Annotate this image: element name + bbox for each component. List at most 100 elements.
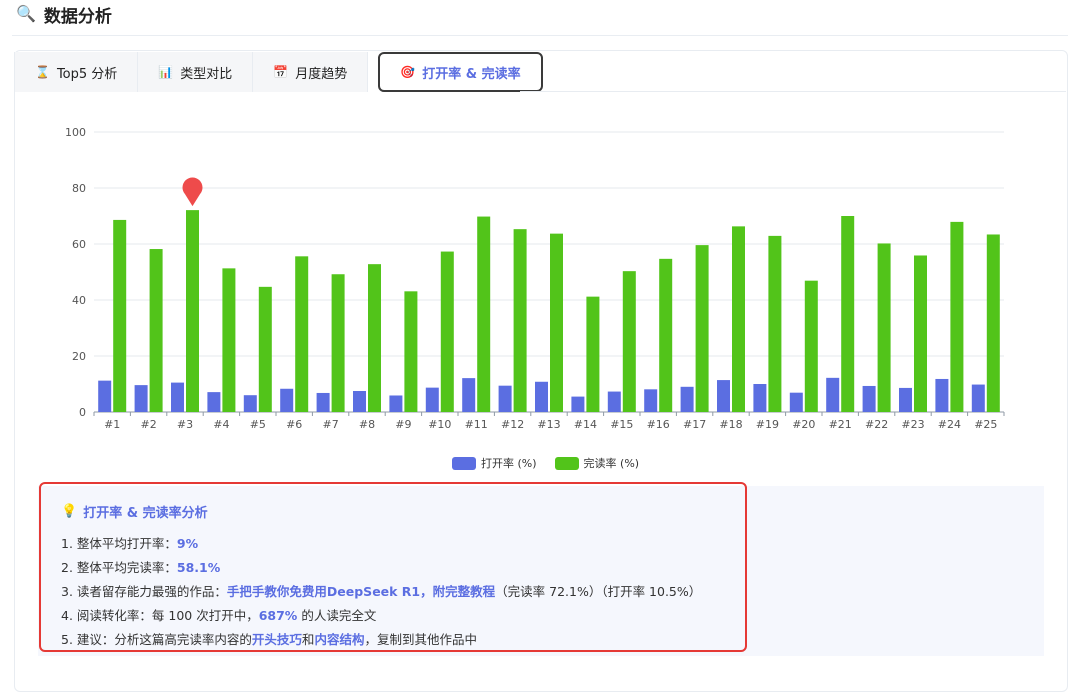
analysis-box: 💡 打开率 & 完读率分析 1. 整体平均打开率：9% 2. 整体平均完读率：5… — [39, 482, 747, 652]
x-tick-label: #6 — [286, 418, 302, 431]
conversion-value: 687% — [258, 608, 298, 623]
analysis-line-2: 2. 整体平均完读率：58.1% — [61, 556, 745, 580]
bar-open-rate — [935, 378, 949, 412]
bar-open-rate — [98, 380, 112, 412]
rate-bar-chart: 0 20 40 60 80 100 #1 #2 #3 #4 #5 #6 #7 #8 #9 #10 #11 #12 #… — [65, 126, 1005, 431]
bar-read-rate — [914, 255, 927, 412]
line-text: 5. 建议：分析这篇高完读率内容的 — [61, 632, 252, 647]
x-tick-label: #15 — [610, 418, 633, 431]
bar-open-rate — [389, 395, 403, 412]
bar-open-rate — [280, 388, 294, 412]
target-icon: 🎯 — [400, 65, 416, 79]
bar-open-rate — [425, 387, 439, 412]
tab-open-read-rate[interactable]: 🎯 打开率 & 完读率 — [378, 52, 543, 92]
chart-legend: 打开率 (%) 完读率 (%) — [452, 455, 639, 471]
bar-read-rate — [732, 226, 745, 412]
line-text: （完读率 72.1%）（打开率 10.5%） — [495, 584, 702, 599]
bar-open-rate — [899, 387, 912, 412]
x-tick-label: #18 — [719, 418, 742, 431]
header-divider — [12, 35, 1068, 36]
x-tick-label: #13 — [537, 418, 560, 431]
analysis-line-4: 4. 阅读转化率：每 100 次打开中，687% 的人读完全文 — [61, 604, 745, 628]
bar-read-rate — [186, 210, 199, 412]
analysis-line-1: 1. 整体平均打开率：9% — [61, 532, 745, 556]
y-tick-label: 40 — [72, 294, 86, 307]
bar-open-rate — [535, 381, 548, 412]
bar-open-rate — [826, 377, 840, 412]
x-tick-label: #21 — [829, 418, 852, 431]
bar-read-rate — [222, 268, 236, 412]
legend-label: 打开率 (%) — [481, 457, 537, 470]
lightbulb-icon: 💡 — [61, 504, 78, 519]
analysis-line-3: 3. 读者留存能力最强的作品：手把手教你免费用DeepSeek R1，附完整教程… — [61, 580, 745, 604]
tab-type-compare[interactable]: 📊 类型对比 — [138, 52, 254, 92]
bar-read-rate — [950, 221, 964, 412]
tab-label: Top5 分析 — [56, 66, 118, 82]
tab-label: 打开率 & 完读率 — [422, 66, 521, 82]
max-value-marker — [182, 177, 203, 207]
analysis-title-text: 打开率 & 完读率分析 — [83, 506, 208, 521]
bar-read-rate — [877, 243, 891, 412]
x-tick-label: #3 — [177, 418, 193, 431]
highlight-content-structure: 内容结构 — [314, 632, 365, 647]
avg-open-rate-value: 9% — [176, 536, 199, 551]
bar-open-rate — [789, 392, 803, 412]
tab-label: 月度趋势 — [295, 66, 348, 82]
x-tick-label: #9 — [395, 418, 411, 431]
tab-label: 类型对比 — [180, 66, 233, 82]
y-tick-label: 60 — [72, 238, 86, 251]
bar-read-rate — [440, 251, 454, 412]
bar-open-rate — [171, 382, 184, 412]
bar-open-rate — [971, 384, 985, 412]
avg-read-rate-value: 58.1% — [176, 560, 221, 575]
bar-read-rate — [149, 249, 163, 412]
bar-read-rate — [477, 216, 491, 412]
bar-read-rate — [841, 216, 855, 412]
bar-read-rate — [768, 235, 782, 412]
highlight-opening-skill: 开头技巧 — [251, 632, 302, 647]
bar-read-rate — [513, 229, 527, 412]
y-tick-label: 20 — [72, 350, 86, 363]
bar-open-rate — [644, 389, 658, 412]
x-tick-label: #14 — [574, 418, 597, 431]
y-tick-label: 100 — [65, 126, 86, 139]
legend-item-open-rate[interactable]: 打开率 (%) — [452, 455, 537, 471]
bar-read-rate — [550, 233, 563, 412]
page-header: 🔍 数据分析 — [16, 0, 112, 28]
bar-read-rate — [404, 291, 418, 412]
bar-read-rate — [986, 234, 1000, 412]
bar-chart-icon: 📊 — [158, 65, 174, 79]
x-tick-label: #23 — [901, 418, 924, 431]
bar-read-rate — [258, 286, 272, 412]
tab-bar: ⌛ Top5 分析 📊 类型对比 📅 月度趋势 🎯 打开率 & 完读率 — [14, 52, 543, 92]
x-tick-label: #20 — [792, 418, 815, 431]
hourglass-icon: ⌛ — [35, 65, 50, 79]
line-text: 2. 整体平均完读率： — [61, 560, 177, 575]
x-tick-label: #22 — [865, 418, 888, 431]
line-text: 的人读完全文 — [297, 608, 377, 623]
calendar-icon: 📅 — [273, 65, 289, 79]
legend-swatch — [554, 456, 579, 470]
bar-open-rate — [243, 395, 257, 412]
tab-monthly-trend[interactable]: 📅 月度趋势 — [253, 52, 369, 92]
bar-open-rate — [134, 385, 148, 412]
legend-item-read-rate[interactable]: 完读率 (%) — [554, 455, 639, 471]
x-tick-label: #19 — [756, 418, 779, 431]
page-title: 数据分析 — [43, 6, 112, 27]
bar-open-rate — [316, 392, 330, 412]
bar-read-rate — [659, 258, 673, 412]
bar-open-rate — [717, 380, 730, 412]
x-tick-label: #17 — [683, 418, 706, 431]
x-tick-label: #8 — [359, 418, 375, 431]
line-text: 和 — [301, 632, 315, 647]
x-tick-label: #24 — [938, 418, 961, 431]
bar-open-rate — [353, 391, 366, 412]
bar-open-rate — [498, 385, 512, 412]
y-tick-label: 80 — [72, 182, 86, 195]
tab-top5[interactable]: ⌛ Top5 分析 — [14, 52, 139, 92]
bar-open-rate — [607, 391, 621, 412]
y-tick-label: 0 — [79, 406, 86, 419]
bar-read-rate — [804, 280, 818, 412]
x-tick-label: #5 — [250, 418, 266, 431]
bar-open-rate — [862, 385, 876, 412]
